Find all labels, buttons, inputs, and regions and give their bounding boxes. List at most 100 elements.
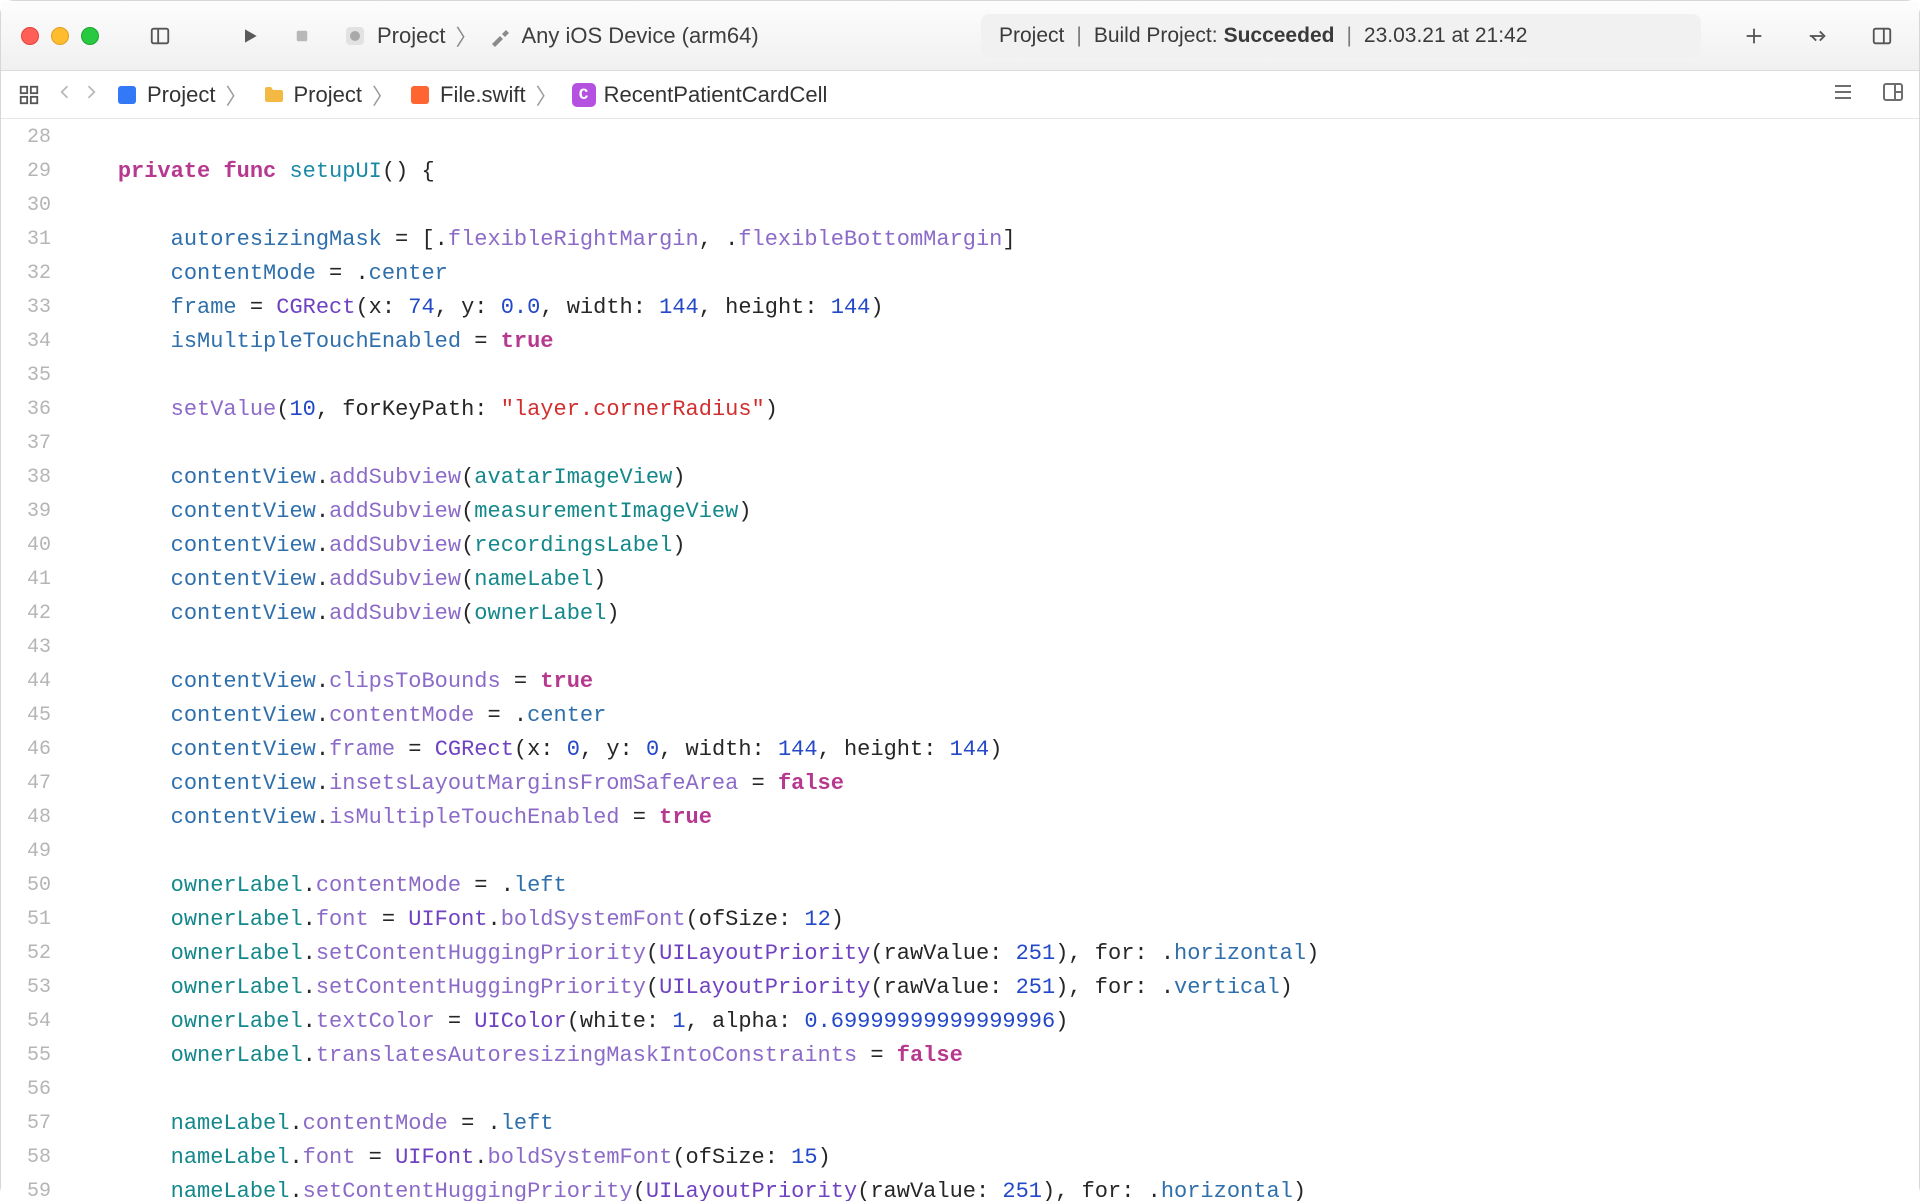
add-button[interactable]: [1737, 19, 1771, 53]
code-line[interactable]: contentView.contentMode = .center: [65, 699, 1919, 733]
code-line[interactable]: ownerLabel.textColor = UIColor(white: 1,…: [65, 1005, 1919, 1039]
chevron-right-icon: 〉: [370, 79, 396, 111]
line-number: 40: [1, 529, 51, 563]
class-symbol-icon: C: [572, 83, 596, 107]
line-number: 34: [1, 325, 51, 359]
path-segment-project-root[interactable]: Project 〉: [115, 79, 250, 111]
code-line[interactable]: isMultipleTouchEnabled = true: [65, 325, 1919, 359]
nav-back-button[interactable]: [55, 82, 75, 108]
activity-action-prefix: Build Project:: [1094, 24, 1218, 48]
path-segment-label: File.swift: [440, 82, 526, 108]
chevron-right-icon: 〉: [223, 79, 249, 111]
swift-file-icon: [408, 83, 432, 107]
line-number: 59: [1, 1175, 51, 1201]
line-number: 41: [1, 563, 51, 597]
path-segment-symbol[interactable]: C RecentPatientCardCell: [572, 82, 828, 108]
activity-timestamp: 23.03.21 at 21:42: [1364, 24, 1527, 48]
code-line[interactable]: [65, 121, 1919, 155]
activity-viewer[interactable]: Project | Build Project: Succeeded | 23.…: [981, 14, 1701, 58]
code-line[interactable]: autoresizingMask = [.flexibleRightMargin…: [65, 223, 1919, 257]
code-line[interactable]: ownerLabel.translatesAutoresizingMaskInt…: [65, 1039, 1919, 1073]
line-number: 52: [1, 937, 51, 971]
line-number: 54: [1, 1005, 51, 1039]
toolbar: Project 〉 Any iOS Device (arm64) Project…: [1, 1, 1919, 71]
code-line[interactable]: contentView.addSubview(recordingsLabel): [65, 529, 1919, 563]
scheme-project-label: Project: [377, 23, 445, 49]
line-number: 45: [1, 699, 51, 733]
line-number: 37: [1, 427, 51, 461]
code-line[interactable]: setValue(10, forKeyPath: "layer.cornerRa…: [65, 393, 1919, 427]
code-line[interactable]: [65, 835, 1919, 869]
line-number: 58: [1, 1141, 51, 1175]
code-line[interactable]: contentView.clipsToBounds = true: [65, 665, 1919, 699]
source-editor[interactable]: 2829303132333435363738394041424344454647…: [1, 119, 1919, 1201]
code-line[interactable]: contentView.addSubview(measurementImageV…: [65, 495, 1919, 529]
line-number: 30: [1, 189, 51, 223]
close-window-button[interactable]: [21, 27, 39, 45]
code-line[interactable]: [65, 359, 1919, 393]
code-line[interactable]: frame = CGRect(x: 74, y: 0.0, width: 144…: [65, 291, 1919, 325]
code-line[interactable]: ownerLabel.setContentHuggingPriority(UIL…: [65, 937, 1919, 971]
run-button[interactable]: [233, 19, 267, 53]
zoom-window-button[interactable]: [81, 27, 99, 45]
activity-separator-2: |: [1340, 24, 1357, 48]
code-area[interactable]: private func setupUI() { autoresizingMas…: [65, 119, 1919, 1201]
folder-icon: [262, 83, 286, 107]
code-line[interactable]: [65, 189, 1919, 223]
stop-button[interactable]: [285, 19, 319, 53]
project-icon: [115, 83, 139, 107]
code-line[interactable]: ownerLabel.font = UIFont.boldSystemFont(…: [65, 903, 1919, 937]
path-segment-file[interactable]: File.swift 〉: [408, 79, 560, 111]
code-line[interactable]: ownerLabel.setContentHuggingPriority(UIL…: [65, 971, 1919, 1005]
code-line[interactable]: contentView.addSubview(nameLabel): [65, 563, 1919, 597]
code-line[interactable]: contentView.isMultipleTouchEnabled = tru…: [65, 801, 1919, 835]
path-segment-label: Project: [147, 82, 215, 108]
adjust-editor-options-button[interactable]: [1881, 80, 1905, 110]
line-number: 56: [1, 1073, 51, 1107]
line-number: 57: [1, 1107, 51, 1141]
nav-forward-button[interactable]: [81, 82, 101, 108]
chevron-right-icon: 〉: [534, 79, 560, 111]
code-line[interactable]: contentView.addSubview(avatarImageView): [65, 461, 1919, 495]
code-line[interactable]: contentView.insetsLayoutMarginsFromSafeA…: [65, 767, 1919, 801]
code-line[interactable]: [65, 427, 1919, 461]
line-number: 44: [1, 665, 51, 699]
line-number: 51: [1, 903, 51, 937]
code-review-button[interactable]: [1801, 19, 1835, 53]
line-number-gutter: 2829303132333435363738394041424344454647…: [1, 119, 65, 1201]
line-number: 55: [1, 1039, 51, 1073]
line-number: 32: [1, 257, 51, 291]
code-line[interactable]: [65, 631, 1919, 665]
line-number: 29: [1, 155, 51, 189]
editor-lines-button[interactable]: [1831, 80, 1855, 110]
toggle-right-panel-button[interactable]: [1865, 19, 1899, 53]
line-number: 48: [1, 801, 51, 835]
window-traffic-lights: [21, 27, 99, 45]
line-number: 28: [1, 121, 51, 155]
line-number: 35: [1, 359, 51, 393]
minimize-window-button[interactable]: [51, 27, 69, 45]
scheme-selector[interactable]: Project 〉 Any iOS Device (arm64): [343, 20, 759, 52]
path-segment-label: RecentPatientCardCell: [604, 82, 828, 108]
line-number: 38: [1, 461, 51, 495]
code-line[interactable]: contentView.frame = CGRect(x: 0, y: 0, w…: [65, 733, 1919, 767]
line-number: 47: [1, 767, 51, 801]
code-line[interactable]: nameLabel.contentMode = .left: [65, 1107, 1919, 1141]
code-line[interactable]: contentView.addSubview(ownerLabel): [65, 597, 1919, 631]
code-line[interactable]: ownerLabel.contentMode = .left: [65, 869, 1919, 903]
scheme-chevron-icon: 〉: [455, 20, 477, 52]
line-number: 31: [1, 223, 51, 257]
jump-bar: Project 〉 Project 〉 File.swift 〉 C Recen…: [1, 71, 1919, 119]
line-number: 53: [1, 971, 51, 1005]
code-line[interactable]: nameLabel.setContentHuggingPriority(UILa…: [65, 1175, 1919, 1201]
code-line[interactable]: contentMode = .center: [65, 257, 1919, 291]
code-line[interactable]: nameLabel.font = UIFont.boldSystemFont(o…: [65, 1141, 1919, 1175]
toggle-left-panel-button[interactable]: [143, 19, 177, 53]
code-line[interactable]: private func setupUI() {: [65, 155, 1919, 189]
activity-project: Project: [999, 24, 1064, 48]
line-number: 33: [1, 291, 51, 325]
code-line[interactable]: [65, 1073, 1919, 1107]
line-number: 49: [1, 835, 51, 869]
related-items-button[interactable]: [15, 81, 43, 109]
path-segment-folder[interactable]: Project 〉: [262, 79, 397, 111]
